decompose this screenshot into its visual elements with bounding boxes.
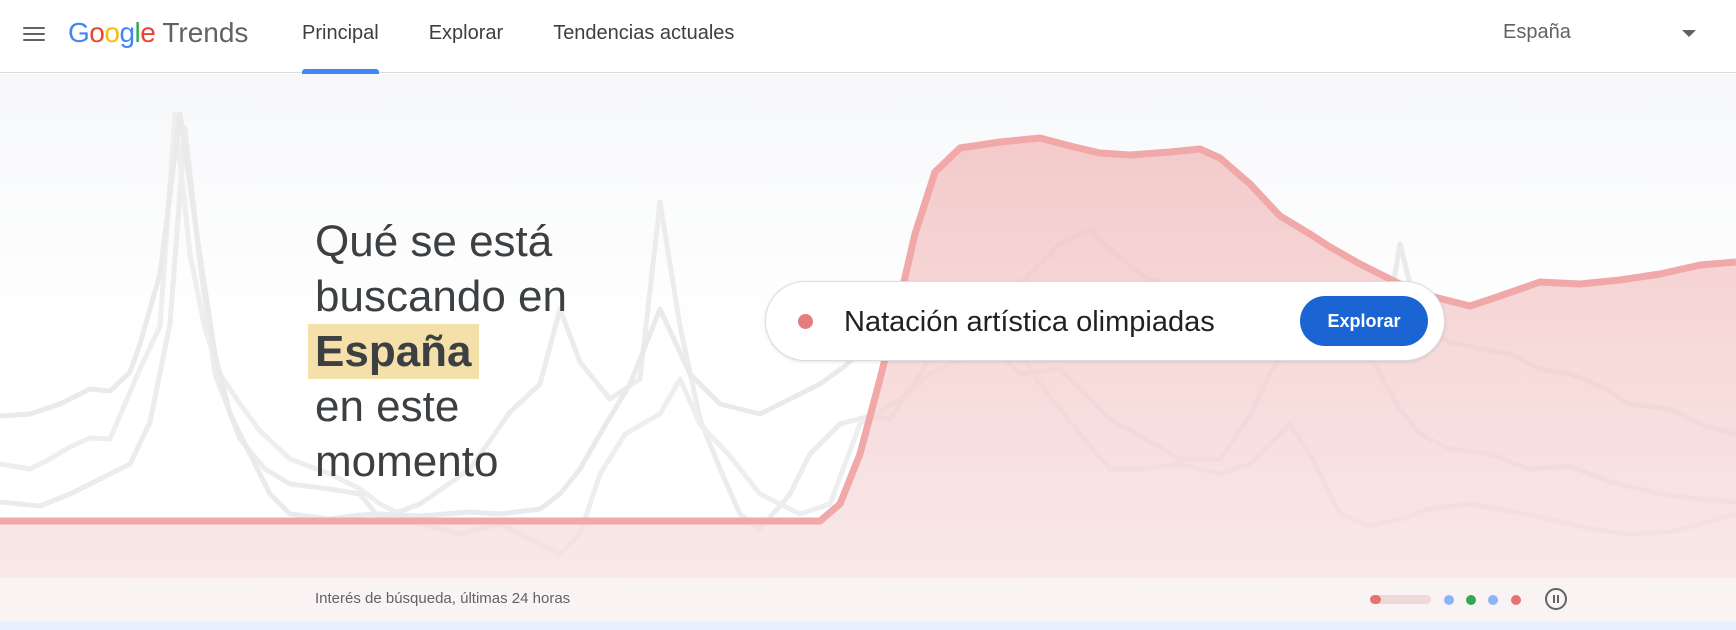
pause-circle-icon[interactable] (1545, 588, 1567, 610)
hero-headline: Qué se está buscando en España en este m… (308, 214, 567, 489)
hero-section: Qué se está buscando en España en este m… (0, 74, 1736, 578)
tab-tendencias-actuales[interactable]: Tendencias actuales (553, 0, 734, 73)
carousel-indicator[interactable] (1511, 595, 1521, 605)
top-app-bar: Google Trends Principal Explorar Tendenci… (0, 0, 1736, 74)
carousel-indicator[interactable] (1488, 595, 1498, 605)
headline-line-5: momento (315, 437, 499, 486)
graph-caption: Interés de búsqueda, últimas 24 horas (315, 590, 571, 607)
country-select-value: España (1503, 21, 1571, 43)
headline-line-4: en este (315, 382, 460, 431)
hamburger-menu-icon[interactable] (14, 14, 54, 54)
section-divider (0, 622, 1736, 630)
headline-line-2: buscando en (315, 272, 567, 321)
headline-line-1: Qué se está (315, 217, 553, 266)
tab-explorar[interactable]: Explorar (429, 0, 503, 73)
explore-button[interactable]: Explorar (1300, 296, 1428, 346)
country-select[interactable]: España (1488, 14, 1704, 52)
main-nav: Principal Explorar Tendencias actuales (302, 0, 784, 74)
trending-search-term: Natación artística olimpiadas (844, 306, 1215, 338)
trending-search-card: Natación artística olimpiadas Explorar (765, 281, 1445, 361)
google-trends-logo[interactable]: Google Trends (68, 15, 248, 51)
tab-principal[interactable]: Principal (302, 0, 379, 74)
carousel-indicator-active[interactable] (1370, 595, 1431, 604)
carousel-indicator[interactable] (1444, 595, 1454, 605)
carousel-indicator[interactable] (1466, 595, 1476, 605)
headline-country-highlight: España (308, 324, 479, 379)
trend-color-dot (798, 314, 813, 329)
hero-footer: Interés de búsqueda, últimas 24 horas (0, 578, 1736, 622)
dropdown-caret-icon (1682, 30, 1696, 37)
